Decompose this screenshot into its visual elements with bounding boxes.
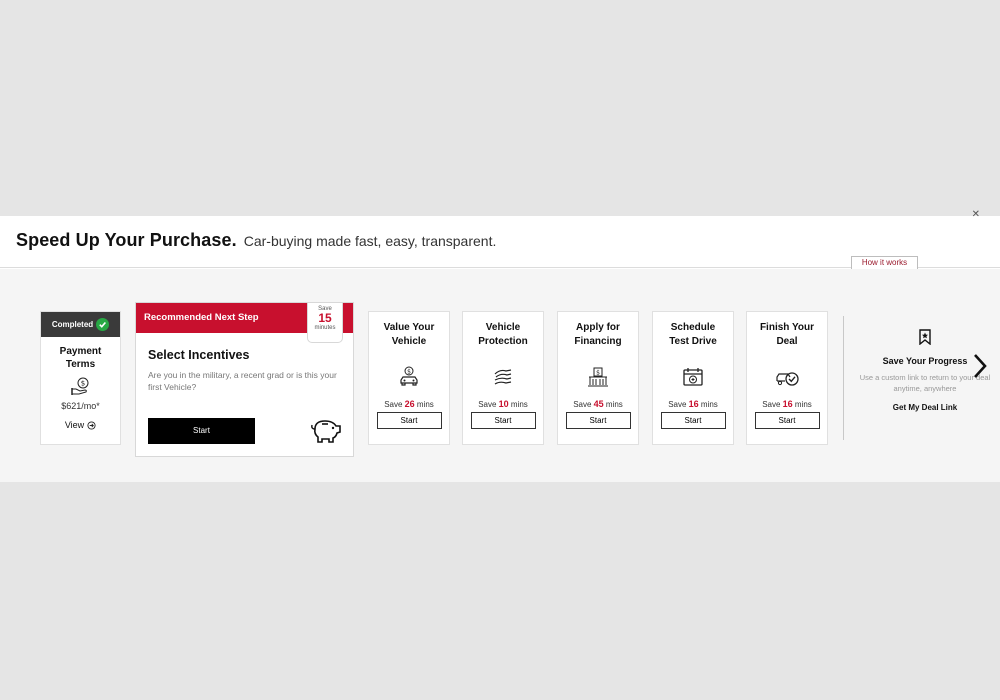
get-deal-link[interactable]: Get My Deal Link xyxy=(855,403,995,412)
calendar-icon xyxy=(683,368,703,386)
chevron-right-icon[interactable] xyxy=(966,352,994,380)
title-subtitle: Car-buying made fast, easy, transparent. xyxy=(243,233,497,249)
save-time-tab: Save 15 minutes xyxy=(307,303,343,343)
finish-deal-start-button[interactable]: Start xyxy=(754,412,820,429)
car-check-icon xyxy=(776,372,799,386)
save-number: 15 xyxy=(318,311,332,325)
view-link[interactable]: View xyxy=(41,420,120,430)
save-time: Save 16 mins xyxy=(668,399,718,409)
svg-text:$: $ xyxy=(80,380,84,388)
step-card-schedule-test-drive[interactable]: Schedule Test Drive Save 16 mins Start xyxy=(652,311,734,445)
panel-header: Speed Up Your Purchase. Car-buying made … xyxy=(0,209,1000,269)
how-it-works-tab[interactable]: How it works xyxy=(851,256,918,269)
step-title: Vehicle Protection xyxy=(478,322,528,347)
bookmark-star-icon xyxy=(919,329,931,346)
save-time: Save 26 mins xyxy=(384,399,434,409)
title-line-1: Payment xyxy=(59,346,102,357)
protection-hands-icon xyxy=(494,369,512,385)
page-title: Speed Up Your Purchase. Car-buying made … xyxy=(16,230,496,251)
save-time: Save 10 mins xyxy=(478,399,528,409)
section-divider xyxy=(843,316,844,440)
purchase-panel: Speed Up Your Purchase. Car-buying made … xyxy=(0,209,1000,482)
svg-text:$: $ xyxy=(407,368,411,375)
step-card-apply-financing[interactable]: Apply for Financing $ Save 45 mins Start xyxy=(557,311,639,445)
title-line-2: Terms xyxy=(65,359,96,370)
step-card-value-vehicle[interactable]: Value Your Vehicle $ Save 26 mins Start xyxy=(368,311,450,445)
recommended-step-card: Recommended Next Step Save 15 minutes Se… xyxy=(135,302,354,457)
completed-label: Completed xyxy=(51,320,94,329)
monthly-payment: $621/mo* xyxy=(61,401,100,411)
payment-terms-title: Payment Terms xyxy=(41,345,120,371)
save-time: Save 45 mins xyxy=(573,399,623,409)
save-time: Save 16 mins xyxy=(762,399,812,409)
view-label: View xyxy=(64,420,85,430)
step-card-vehicle-protection[interactable]: Vehicle Protection Save 10 mins Start xyxy=(462,311,544,445)
value-vehicle-start-button[interactable]: Start xyxy=(376,412,442,429)
step-title: Schedule Test Drive xyxy=(669,322,717,347)
steps-strip: Completed Payment Terms $ $621/mo* View xyxy=(0,269,1000,482)
payment-terms-card[interactable]: Completed Payment Terms $ $621/mo* View xyxy=(40,311,121,445)
hand-dollar-icon: $ xyxy=(70,377,88,395)
schedule-test-drive-start-button[interactable]: Start xyxy=(660,412,726,429)
recommended-description: Are you in the military, a recent grad o… xyxy=(148,370,337,392)
completed-badge: Completed xyxy=(41,312,120,337)
car-dollar-icon: $ xyxy=(400,366,418,386)
apply-financing-start-button[interactable]: Start xyxy=(565,412,631,429)
svg-text:$: $ xyxy=(596,370,600,377)
step-card-finish-deal[interactable]: Finish Your Deal Save 16 mins Start xyxy=(746,311,828,445)
step-title: Apply for Financing xyxy=(574,322,622,347)
bank-icon: $ xyxy=(588,367,608,387)
title-main: Speed Up Your Purchase. xyxy=(16,230,237,250)
piggy-bank-icon xyxy=(311,420,341,443)
save-unit: minutes xyxy=(314,325,336,331)
check-icon xyxy=(96,318,110,331)
step-title: Value Your Vehicle xyxy=(383,322,435,347)
select-incentives-start-button[interactable]: Start xyxy=(148,418,255,444)
step-title: Finish Your Deal xyxy=(759,322,815,347)
close-icon[interactable]: ✕ xyxy=(972,209,980,220)
vehicle-protection-start-button[interactable]: Start xyxy=(470,412,536,429)
recommended-title: Select Incentives xyxy=(148,348,250,362)
arrow-circle-icon xyxy=(87,420,96,430)
